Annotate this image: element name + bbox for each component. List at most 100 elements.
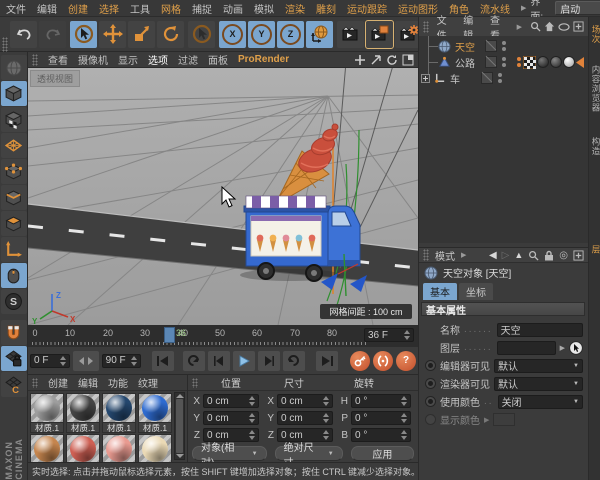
- mouse-icon[interactable]: [0, 263, 27, 288]
- vp-menu-display[interactable]: 显示: [118, 52, 138, 67]
- menu-file[interactable]: 文件: [6, 1, 26, 16]
- live-selection-tool[interactable]: [70, 20, 97, 48]
- pan-view-icon[interactable]: [354, 54, 366, 66]
- sphere-grid-icon[interactable]: [0, 55, 27, 80]
- editor-visibility-dropdown[interactable]: 默认 ▼: [494, 358, 583, 373]
- lock-z-axis-button[interactable]: Z: [277, 20, 304, 48]
- scroll-up-icon[interactable]: [175, 394, 184, 398]
- workplane-mode-button[interactable]: [0, 133, 27, 158]
- axis-mode-button[interactable]: [0, 237, 27, 262]
- anim-dot-icon[interactable]: [425, 378, 436, 389]
- menu-render[interactable]: 渲染: [285, 1, 305, 16]
- history-back-icon[interactable]: ◀: [489, 250, 497, 261]
- anim-dot-icon[interactable]: [425, 360, 436, 371]
- menu-simulate[interactable]: 模拟: [254, 1, 274, 16]
- lock-y-axis-button[interactable]: Y: [248, 20, 275, 48]
- viewport-menu-grip[interactable]: [32, 53, 38, 66]
- workplane-c-button[interactable]: C: [0, 372, 27, 398]
- next-key-button[interactable]: [282, 350, 305, 371]
- vp-menu-cameras[interactable]: 摄像机: [78, 52, 108, 67]
- coords-grip[interactable]: [192, 377, 198, 388]
- spinner-icon[interactable]: [403, 330, 410, 340]
- renderer-visibility-dropdown[interactable]: 默认 ▼: [494, 376, 583, 391]
- material-scrollbar[interactable]: [174, 392, 185, 460]
- side-tab-takes[interactable]: 场次: [590, 25, 600, 44]
- am-mode-menu[interactable]: 模式: [435, 248, 455, 263]
- visibility-dots[interactable]: [498, 73, 502, 83]
- menu-create[interactable]: 创建: [68, 1, 88, 16]
- search-icon[interactable]: [530, 21, 541, 32]
- magnet-snap-button[interactable]: [0, 320, 27, 346]
- range-end-field[interactable]: 90 F: [101, 353, 142, 368]
- menu-mesh[interactable]: 网格: [161, 1, 181, 16]
- menu-snap[interactable]: 捕捉: [192, 1, 212, 16]
- object-row-road[interactable]: 公路: [419, 54, 588, 70]
- object-row-car[interactable]: 车: [419, 70, 588, 86]
- menu-sculpt[interactable]: 雕刻: [316, 1, 336, 16]
- edges-mode-button[interactable]: [0, 185, 27, 210]
- material-tag[interactable]: [537, 56, 549, 68]
- home-icon[interactable]: [544, 21, 555, 32]
- rotate-tool[interactable]: [157, 20, 184, 48]
- menu-animate[interactable]: 动画: [223, 1, 243, 16]
- scale-tool[interactable]: [128, 20, 155, 48]
- range-nudge-buttons[interactable]: [72, 350, 99, 371]
- last-used-tool[interactable]: [188, 20, 215, 48]
- timeline-ruler[interactable]: 0 10 20 30 40 50 60 70 80 90 36 36 F: [28, 325, 418, 348]
- target-icon[interactable]: ◎: [559, 250, 568, 261]
- mat-menu-edit[interactable]: 编辑: [78, 375, 98, 390]
- search-icon[interactable]: [528, 250, 539, 261]
- position-y-field[interactable]: 0 cm: [203, 411, 259, 425]
- side-tab-structure[interactable]: 构造: [590, 137, 600, 156]
- play-button[interactable]: [232, 350, 255, 371]
- apply-button[interactable]: 应用: [350, 446, 414, 461]
- vp-menu-panel[interactable]: 面板: [208, 52, 228, 67]
- menu-edit[interactable]: 编辑: [37, 1, 57, 16]
- material-item[interactable]: 材质.1: [66, 393, 102, 433]
- move-tool[interactable]: [99, 20, 126, 48]
- basic-properties-section[interactable]: 基本属性: [421, 302, 585, 317]
- rotation-p-field[interactable]: 0 °: [351, 411, 411, 425]
- material-menu-grip[interactable]: [32, 377, 38, 388]
- render-view-button[interactable]: [337, 20, 364, 48]
- next-frame-button[interactable]: [257, 350, 280, 371]
- vp-menu-options[interactable]: 选项: [148, 52, 168, 67]
- spinner-icon[interactable]: [59, 355, 66, 366]
- interface-layout-dropdown[interactable]: 启动▼: [555, 1, 600, 16]
- layer-swatch[interactable]: [481, 72, 493, 84]
- side-tab-layers[interactable]: 层: [590, 245, 600, 255]
- eye-icon[interactable]: [558, 22, 570, 32]
- om-grip[interactable]: [423, 20, 429, 33]
- name-field[interactable]: 天空: [496, 322, 583, 337]
- toggle-views-icon[interactable]: [402, 54, 414, 66]
- material-item[interactable]: 材质.1: [30, 393, 66, 433]
- previous-frame-button[interactable]: [207, 350, 230, 371]
- vp-menu-prorender[interactable]: ProRender: [238, 54, 289, 65]
- material-item[interactable]: 材质.1: [102, 434, 138, 462]
- scroll-down-icon[interactable]: [175, 454, 184, 458]
- material-item[interactable]: 材质.1: [138, 434, 174, 462]
- layer-popup-icon[interactable]: ▶: [560, 344, 565, 352]
- material-tag[interactable]: [563, 56, 575, 68]
- material-item[interactable]: 材质.1: [102, 393, 138, 433]
- lock-icon[interactable]: [544, 250, 554, 261]
- material-item[interactable]: 材质.1: [66, 434, 102, 462]
- snap-s-icon[interactable]: S: [0, 289, 27, 314]
- menu-mograph[interactable]: 运动图形: [398, 1, 438, 16]
- mat-menu-texture[interactable]: 纹理: [138, 375, 158, 390]
- zoom-view-icon[interactable]: [370, 54, 382, 66]
- size-y-field[interactable]: 0 cm: [277, 411, 333, 425]
- menu-tools[interactable]: 工具: [130, 1, 150, 16]
- autokey-button[interactable]: [373, 350, 393, 371]
- add-icon[interactable]: [573, 21, 584, 32]
- mat-menu-create[interactable]: 创建: [48, 375, 68, 390]
- pick-layer-icon[interactable]: [569, 340, 583, 355]
- layer-field[interactable]: [496, 340, 556, 355]
- viewport-canvas[interactable]: Z X Y 网格间距 : 100 cm: [28, 68, 418, 325]
- size-x-field[interactable]: 0 cm: [277, 394, 333, 408]
- viewport-name-label[interactable]: 透视视图: [30, 70, 81, 87]
- record-keyframe-button[interactable]: [350, 350, 370, 371]
- visibility-dots[interactable]: [502, 57, 506, 67]
- texture-mode-button[interactable]: [0, 107, 27, 132]
- coordinate-system-button[interactable]: [306, 20, 333, 48]
